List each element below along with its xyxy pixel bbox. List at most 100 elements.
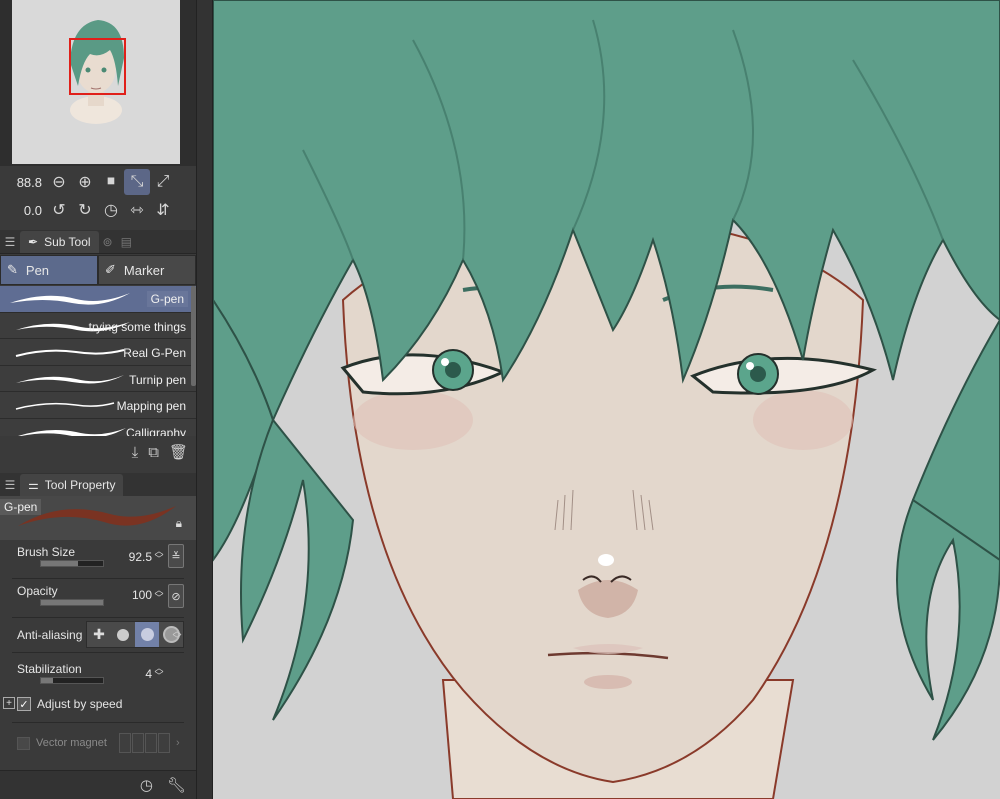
tool-property-bottombar: ◷ 🔧︎ (0, 770, 196, 799)
vector-magnet-checkbox[interactable] (17, 736, 30, 750)
group-pen-label: Pen (25, 262, 50, 278)
brush-preview-name: G-pen (0, 499, 42, 515)
zoom-in-icon[interactable]: ⊕ (72, 169, 98, 195)
stabilization-value[interactable]: 4 (145, 667, 152, 681)
navigator-panel (0, 0, 196, 166)
brush-item-label: Real G-Pen (123, 346, 186, 361)
reset-timer-icon[interactable]: ◷ (140, 776, 153, 794)
brush-item-g-pen[interactable]: G-pen (0, 286, 196, 313)
lock-icon[interactable]: 🔒︎ (176, 516, 182, 531)
vector-magnet-level[interactable] (118, 733, 170, 753)
tab-subtool[interactable]: ✒ Sub Tool (20, 230, 99, 253)
group-pen[interactable]: ✎ Pen (0, 255, 98, 285)
vector-magnet-row: Vector magnet › (17, 733, 180, 753)
brush-stroke-preview (15, 349, 125, 358)
brush-item-mapping-pen[interactable]: Mapping pen (0, 392, 196, 419)
brush-size-value[interactable]: 92.5 (129, 550, 152, 564)
zoom-out-icon[interactable]: ⊖ (46, 169, 72, 195)
separator (12, 722, 184, 723)
antialias-selector: ✚ (86, 621, 184, 648)
rotate-right-icon[interactable]: ↻ (72, 197, 98, 223)
brush-item-label: trying some things (88, 319, 186, 334)
rotate-left-icon[interactable]: ↺ (46, 197, 72, 223)
brush-item-label: G-pen (146, 291, 188, 307)
stabilization-spinner[interactable]: ︿ ﹀ (154, 664, 164, 681)
rotation-value[interactable]: 0.0 (0, 203, 46, 218)
brush-item-turnip-pen[interactable]: Turnip pen (0, 365, 196, 393)
brush-size-row: Brush Size 92.5 ︿ ﹀ ≚ (0, 544, 196, 578)
download-icon[interactable]: ⤓ (132, 444, 139, 461)
brush-list: G-pen trying some things Real G-Pen Turn… (0, 286, 196, 436)
brush-item-label: Mapping pen (116, 399, 186, 414)
brush-list-actions: ⤓ ⧉ 🗑 (0, 437, 196, 467)
antialias-none[interactable]: ✚ (87, 622, 111, 647)
sliders-icon: ⚌ (28, 477, 39, 492)
tab-subtool-detail[interactable]: ▤ (117, 231, 136, 253)
rotate-row: 0.0 ↺ ↻ ◷ ⇿ ⇵ (0, 196, 196, 224)
stabilization-slider[interactable] (40, 677, 104, 684)
drawing-canvas[interactable] (213, 0, 1000, 799)
left-panel: 88.8 ⊖ ⊕ ⏹ ⤡ ⤢ 0.0 ↺ ↻ ◷ ⇿ ⇵ ☰ ✒ Sub Too… (0, 0, 196, 799)
panel-menu-icon[interactable]: ☰ (0, 235, 20, 249)
opacity-label: Opacity (17, 584, 58, 598)
reset-rotation-icon[interactable]: ◷ (98, 197, 124, 223)
tab-tool-property-label: Tool Property (44, 477, 116, 492)
brush-item-label: Calligraphy (125, 425, 186, 436)
brush-stroke-preview (10, 293, 130, 305)
brush-item-real-g-pen[interactable]: Real G-Pen (0, 339, 196, 366)
antialias-label: Anti-aliasing (17, 628, 83, 642)
stabilization-label: Stabilization (17, 662, 82, 676)
antialias-weak-icon (117, 628, 129, 641)
adjust-by-speed-checkbox[interactable]: ✓ (17, 697, 31, 711)
tool-property-tabbar: ☰ ⚌ Tool Property (0, 473, 196, 497)
flip-horizontal-icon[interactable]: ⇿ (124, 197, 150, 223)
brush-size-pressure-button[interactable]: ≚ (168, 544, 184, 568)
tab-tool-property[interactable]: ⚌ Tool Property (20, 473, 124, 496)
flip-vertical-icon[interactable]: ⇵ (150, 197, 176, 223)
fit-icon[interactable]: ⤡ (124, 169, 150, 195)
pen-icon: ✎ (7, 262, 18, 277)
antialias-spinner[interactable]: ︿ ﹀ (172, 627, 182, 644)
stop-icon[interactable]: ⏹ (98, 169, 124, 195)
trash-icon[interactable]: 🗑 (169, 443, 188, 461)
chevron-right-icon[interactable]: › (176, 737, 180, 749)
navigator-thumbnail[interactable] (12, 0, 180, 164)
brush-size-slider-fill (41, 561, 79, 566)
opacity-spinner[interactable]: ︿ ﹀ (154, 586, 164, 603)
opacity-value[interactable]: 100 (132, 588, 152, 602)
antialias-none-icon: ✚ (93, 626, 105, 642)
opacity-slider-fill (41, 600, 103, 605)
marker-icon: ✐ (105, 262, 116, 277)
brush-size-slider[interactable] (40, 560, 104, 567)
tab-subtool-alt[interactable]: ⊚ (99, 231, 117, 253)
brush-size-spinner[interactable]: ︿ ﹀ (154, 547, 164, 564)
duplicate-icon[interactable]: ⧉ (148, 444, 159, 461)
separator (12, 617, 184, 618)
zoom-value[interactable]: 88.8 (0, 175, 46, 190)
antialias-weak[interactable] (111, 622, 135, 647)
navigator-view-frame[interactable] (69, 38, 126, 95)
opacity-slider[interactable] (40, 599, 104, 606)
stabilization-slider-fill (41, 678, 54, 683)
brush-item-label: Turnip pen (129, 372, 186, 387)
brush-item-trying-some-things[interactable]: trying some things (0, 312, 196, 340)
zoom-row: 88.8 ⊖ ⊕ ⏹ ⤡ ⤢ (0, 168, 196, 196)
separator (12, 652, 184, 653)
stabilization-row: Stabilization 4 ︿ ﹀ (0, 660, 196, 694)
canvas-illustration (213, 0, 1000, 799)
adjust-by-speed-label: Adjust by speed (37, 697, 123, 711)
brush-preview: G-pen 🔒︎ (0, 496, 196, 540)
brush-item-calligraphy[interactable]: Calligraphy (0, 418, 196, 436)
expand-plus-icon[interactable]: + (3, 697, 15, 709)
wrench-icon[interactable]: 🔧︎ (167, 776, 186, 794)
group-marker[interactable]: ✐ Marker (98, 255, 196, 285)
antialias-medium-icon (140, 628, 154, 641)
fullscreen-icon[interactable]: ⤢ (150, 169, 176, 195)
antialias-medium[interactable] (135, 622, 159, 647)
panel-menu-icon[interactable]: ☰ (0, 478, 20, 492)
brush-size-label: Brush Size (17, 545, 76, 559)
brush-stroke-preview (18, 427, 126, 436)
opacity-options-button[interactable]: ⊘ (168, 584, 184, 608)
panel-divider[interactable] (196, 0, 213, 799)
opacity-row: Opacity 100 ︿ ﹀ ⊘ (0, 583, 196, 617)
